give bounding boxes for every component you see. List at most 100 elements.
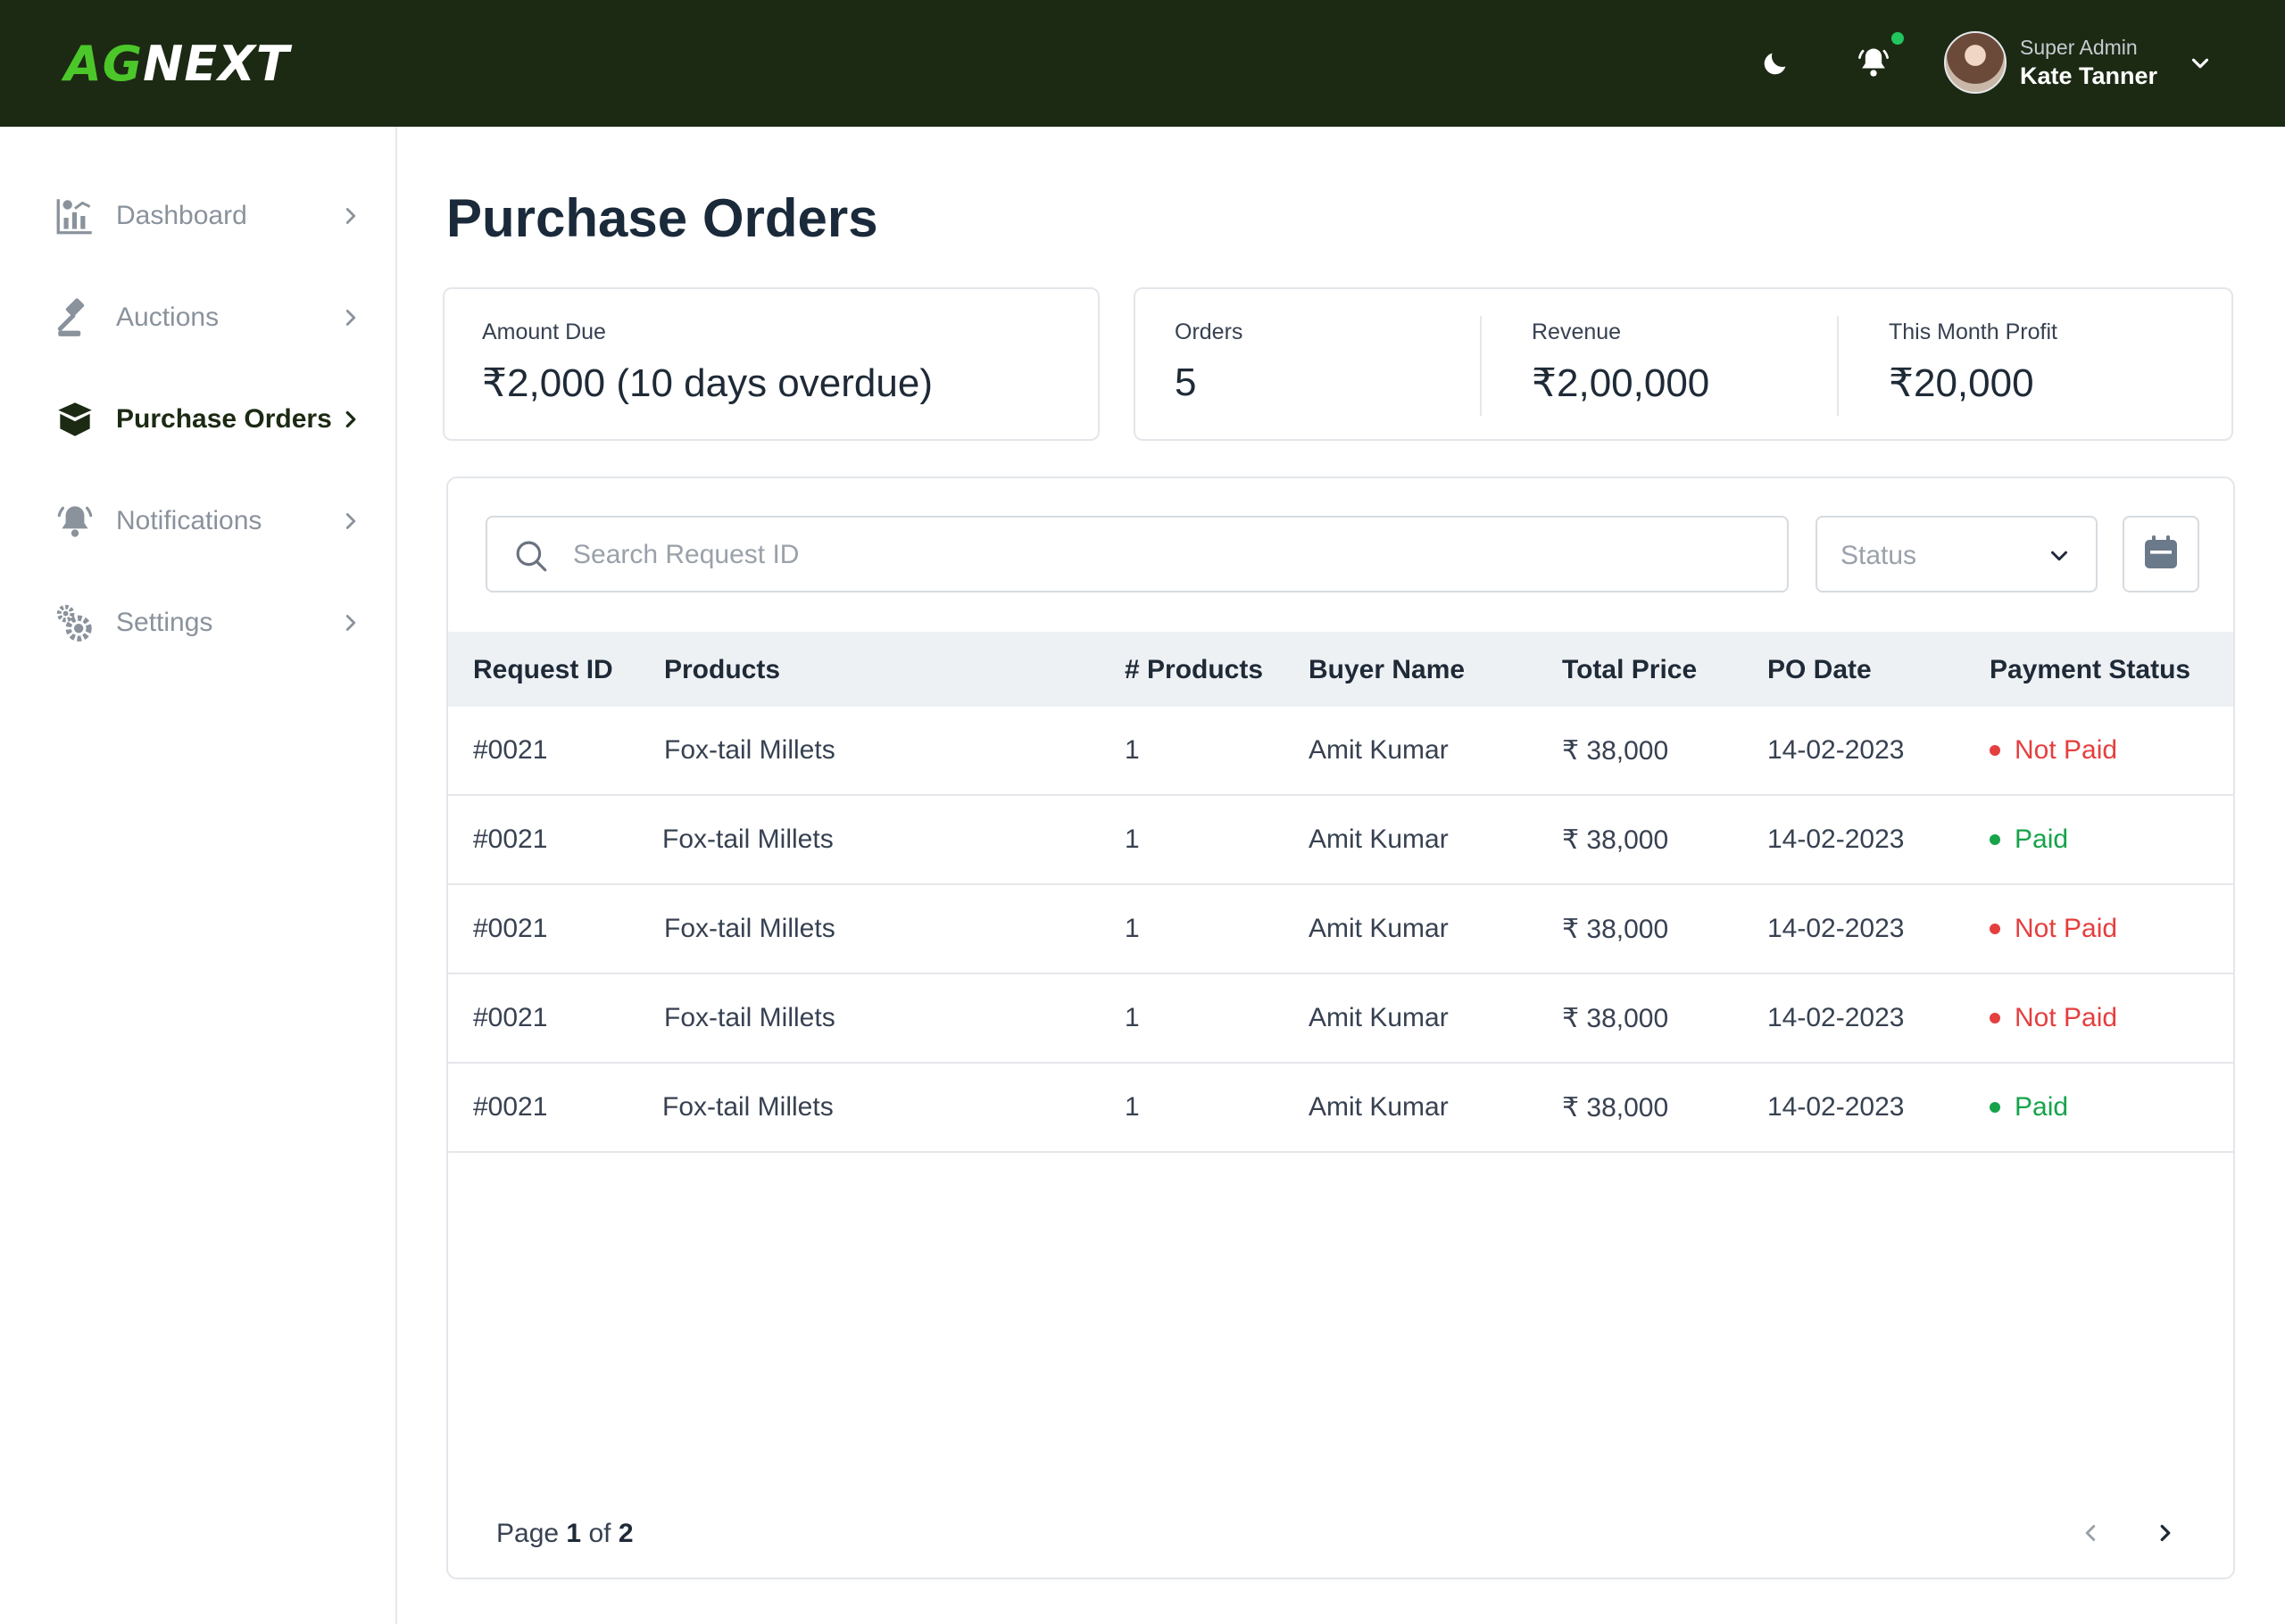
sidebar-item-settings[interactable]: Settings xyxy=(52,596,364,650)
amount-due-value: ₹2,000 (10 days overdue) xyxy=(482,361,933,405)
cell-products: Fox-tail Millets xyxy=(664,735,835,765)
cell-num-products: 1 xyxy=(1125,735,1140,765)
previous-page-button[interactable] xyxy=(2074,1519,2106,1551)
column-header-num-products[interactable]: # Products xyxy=(1125,655,1263,685)
chevron-right-icon xyxy=(337,203,364,229)
table-row[interactable]: #0021 Fox-tail Millets 1 Amit Kumar ₹ 38… xyxy=(448,885,2233,974)
cell-po-date: 14-02-2023 xyxy=(1767,824,1905,854)
chevron-right-icon xyxy=(337,304,364,331)
next-page-button[interactable] xyxy=(2149,1519,2181,1551)
amount-due-label: Amount Due xyxy=(482,319,606,344)
payment-status-badge: Paid xyxy=(1990,1092,2068,1123)
cell-products: Fox-tail Millets xyxy=(662,824,834,854)
status-dot xyxy=(1990,745,2000,756)
search-icon xyxy=(512,537,550,575)
cell-products: Fox-tail Millets xyxy=(662,1092,834,1122)
chevron-right-icon xyxy=(2152,1520,2179,1551)
chevron-down-icon[interactable] xyxy=(2187,50,2214,77)
table-row[interactable]: #0021 Fox-tail Millets 1 Amit Kumar ₹ 38… xyxy=(448,707,2233,796)
calendar-icon xyxy=(2140,531,2182,578)
moon-icon[interactable] xyxy=(1755,43,1796,84)
chevron-right-icon xyxy=(337,609,364,636)
table-header: Request ID Products # Products Buyer Nam… xyxy=(448,632,2233,707)
chevron-right-icon xyxy=(337,508,364,534)
orders-table-panel: Status Request ID Products # Products Bu… xyxy=(446,476,2235,1579)
amount-due-card: Amount Due ₹2,000 (10 days overdue) xyxy=(443,287,1100,441)
payment-status-badge: Not Paid xyxy=(1990,914,2117,944)
column-header-request-id[interactable]: Request ID xyxy=(473,655,613,685)
payment-status-badge: Not Paid xyxy=(1990,1003,2117,1033)
agnext-logo[interactable]: AGNEXT xyxy=(64,36,290,92)
revenue-value: ₹2,00,000 xyxy=(1532,361,1710,405)
bell-icon xyxy=(52,498,98,544)
table-row[interactable]: #0021 Fox-tail Millets 1 Amit Kumar ₹ 38… xyxy=(448,1064,2233,1153)
cell-po-date: 14-02-2023 xyxy=(1767,735,1905,765)
notification-dot xyxy=(1891,32,1904,45)
table-row[interactable]: #0021 Fox-tail Millets 1 Amit Kumar ₹ 38… xyxy=(448,796,2233,885)
cell-po-date: 14-02-2023 xyxy=(1767,1003,1905,1032)
column-header-products[interactable]: Products xyxy=(664,655,780,685)
cell-products: Fox-tail Millets xyxy=(664,1003,835,1032)
column-header-total-price[interactable]: Total Price xyxy=(1562,655,1697,685)
profit-label: This Month Profit xyxy=(1889,319,2057,344)
cell-total-price: ₹ 38,000 xyxy=(1562,1093,1669,1123)
chart-icon xyxy=(52,193,98,239)
bell-icon[interactable] xyxy=(1853,43,1894,84)
table-row[interactable]: #0021 Fox-tail Millets 1 Amit Kumar ₹ 38… xyxy=(448,974,2233,1064)
cell-po-date: 14-02-2023 xyxy=(1767,1092,1905,1122)
cell-num-products: 1 xyxy=(1125,914,1140,943)
divider xyxy=(1837,316,1839,416)
sidebar-item-label: Auctions xyxy=(116,302,220,332)
chevron-right-icon xyxy=(337,406,364,433)
column-header-po-date[interactable]: PO Date xyxy=(1767,655,1872,685)
sidebar-item-label: Dashboard xyxy=(116,201,247,230)
cell-total-price: ₹ 38,000 xyxy=(1562,825,1669,855)
sidebar-item-dashboard[interactable]: Dashboard xyxy=(52,189,364,243)
gavel-icon xyxy=(52,294,98,341)
cell-total-price: ₹ 38,000 xyxy=(1562,915,1669,944)
cell-request-id: #0021 xyxy=(473,914,548,943)
status-dot xyxy=(1990,1013,2000,1023)
calendar-button[interactable] xyxy=(2123,516,2199,592)
cell-request-id: #0021 xyxy=(473,1092,548,1122)
top-bar: AGNEXT Super Admin Kate Tanner xyxy=(0,0,2285,127)
page-title: Purchase Orders xyxy=(446,188,878,248)
cell-num-products: 1 xyxy=(1125,1003,1140,1032)
avatar[interactable] xyxy=(1944,31,2007,94)
cell-num-products: 1 xyxy=(1125,824,1140,854)
cell-num-products: 1 xyxy=(1125,1092,1140,1122)
stats-card: Orders 5 Revenue ₹2,00,000 This Month Pr… xyxy=(1134,287,2233,441)
column-header-buyer-name[interactable]: Buyer Name xyxy=(1309,655,1465,685)
payment-status-badge: Not Paid xyxy=(1990,735,2117,766)
cell-po-date: 14-02-2023 xyxy=(1767,914,1905,943)
payment-status-badge: Paid xyxy=(1990,824,2068,855)
search-input[interactable] xyxy=(573,534,1733,576)
sidebar-item-purchase-orders[interactable]: Purchase Orders xyxy=(52,393,364,446)
column-header-payment-status[interactable]: Payment Status xyxy=(1990,655,2190,685)
sidebar-item-label: Purchase Orders xyxy=(116,404,332,434)
cell-buyer-name: Amit Kumar xyxy=(1309,824,1449,854)
cell-buyer-name: Amit Kumar xyxy=(1309,1092,1449,1122)
chevron-left-icon xyxy=(2077,1520,2104,1551)
cell-request-id: #0021 xyxy=(473,735,548,765)
status-dot xyxy=(1990,834,2000,845)
user-name: Kate Tanner xyxy=(2020,62,2158,89)
gear-icon xyxy=(52,600,98,646)
revenue-label: Revenue xyxy=(1532,319,1622,344)
cell-buyer-name: Amit Kumar xyxy=(1309,735,1449,765)
cell-buyer-name: Amit Kumar xyxy=(1309,1003,1449,1032)
status-dot xyxy=(1990,924,2000,934)
orders-label: Orders xyxy=(1175,319,1243,344)
cell-total-price: ₹ 38,000 xyxy=(1562,1004,1669,1033)
chevron-down-icon xyxy=(2046,543,2073,569)
cell-buyer-name: Amit Kumar xyxy=(1309,914,1449,943)
search-box[interactable] xyxy=(486,516,1789,592)
sidebar-item-label: Settings xyxy=(116,608,213,637)
user-role: Super Admin xyxy=(2020,36,2138,59)
profit-value: ₹20,000 xyxy=(1889,361,2034,405)
sidebar-item-notifications[interactable]: Notifications xyxy=(52,494,364,548)
sidebar-item-auctions[interactable]: Auctions xyxy=(52,291,364,344)
box-icon xyxy=(52,396,98,443)
sidebar-item-label: Notifications xyxy=(116,506,262,535)
status-dropdown[interactable]: Status xyxy=(1816,516,2098,592)
